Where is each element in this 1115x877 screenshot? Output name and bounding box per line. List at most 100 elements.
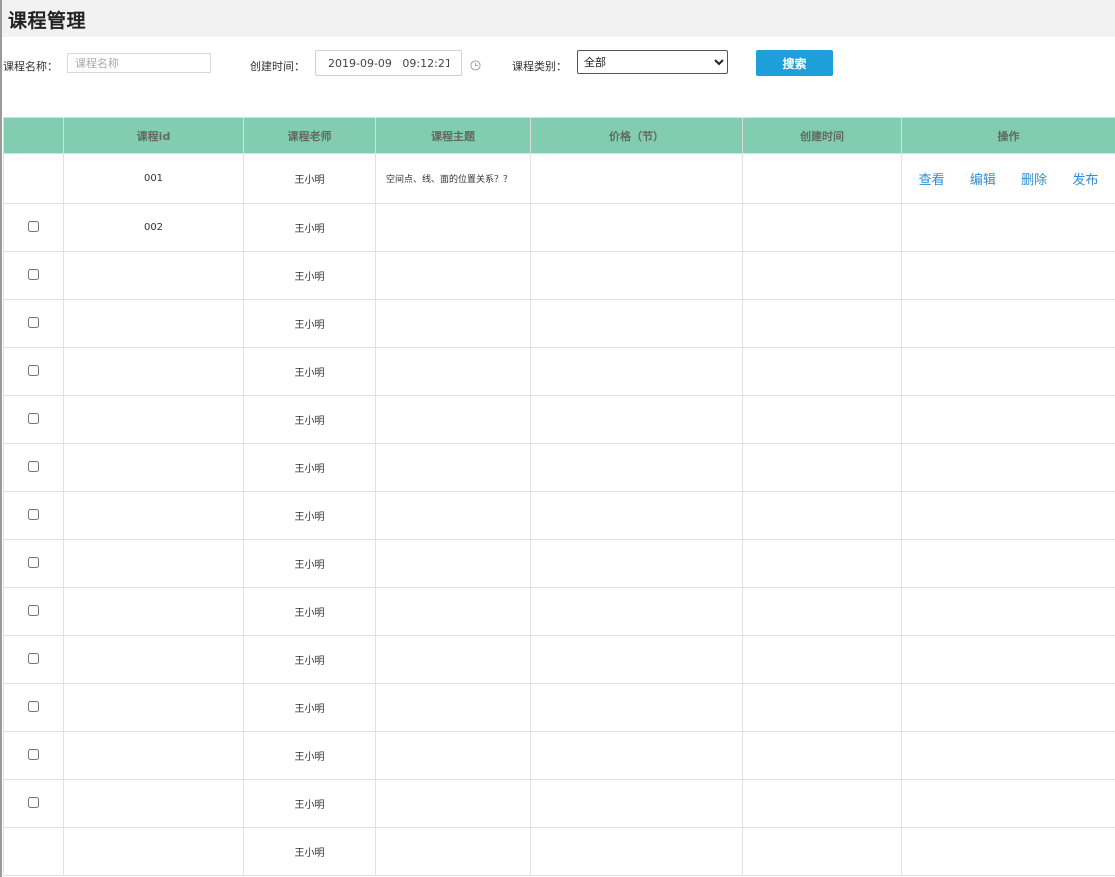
- row-checkbox[interactable]: [28, 316, 39, 328]
- cell-topic: [375, 779, 531, 828]
- table-row: 王小明: [3, 779, 1115, 828]
- header-course-id: 课程id: [63, 117, 244, 154]
- row-checkbox[interactable]: [28, 364, 39, 376]
- row-checkbox[interactable]: [28, 412, 39, 424]
- row-checkbox[interactable]: [28, 652, 39, 664]
- cell-course-id: [63, 347, 244, 396]
- row-checkbox[interactable]: [28, 508, 39, 520]
- publish-link[interactable]: 发布: [1072, 169, 1098, 188]
- row-actions: 查看 编辑 删除 发布: [903, 169, 1115, 188]
- cell-teacher: 王小明: [243, 347, 376, 396]
- course-type-select[interactable]: 全部: [577, 50, 728, 74]
- row-select-cell: [3, 491, 64, 540]
- cell-created-time: [742, 251, 902, 300]
- table-row: 王小明: [3, 443, 1115, 492]
- row-select-cell: [3, 779, 64, 828]
- table-row: 王小明: [3, 299, 1115, 348]
- cell-created-time: [742, 443, 902, 492]
- cell-created-time: [742, 779, 902, 828]
- cell-price: [530, 491, 743, 540]
- cell-course-id: [63, 491, 244, 540]
- cell-created-time: [742, 299, 902, 348]
- cell-topic: [375, 827, 531, 876]
- cell-topic: [375, 443, 531, 492]
- course-type-label: 课程类别：: [512, 60, 567, 73]
- row-checkbox[interactable]: [28, 748, 39, 760]
- row-select-cell: [3, 827, 64, 876]
- cell-teacher: 王小明: [243, 153, 376, 204]
- cell-teacher: 王小明: [243, 491, 376, 540]
- cell-course-id: [63, 251, 244, 300]
- row-checkbox[interactable]: [28, 460, 39, 472]
- row-checkbox[interactable]: [28, 556, 39, 568]
- cell-price: [530, 347, 743, 396]
- cell-course-id: [63, 635, 244, 684]
- cell-actions: [901, 347, 1115, 396]
- view-link[interactable]: 查看: [919, 169, 945, 188]
- cell-actions: [901, 251, 1115, 300]
- cell-topic: [375, 299, 531, 348]
- cell-price: [530, 779, 743, 828]
- row-select-cell: [3, 251, 64, 300]
- row-select-cell: [3, 731, 64, 780]
- cell-teacher: 王小明: [243, 587, 376, 636]
- cell-actions: [901, 395, 1115, 444]
- cell-price: [530, 153, 743, 204]
- clock-icon[interactable]: [470, 60, 481, 71]
- cell-topic: [375, 203, 531, 252]
- cell-actions: [901, 491, 1115, 540]
- course-name-input[interactable]: [67, 53, 211, 73]
- course-management-page: 课程管理 课程名称： 创建时间： 课程类别： 全部 搜索 课程id 课程老师 课…: [0, 0, 1115, 877]
- header-teacher: 课程老师: [243, 117, 376, 154]
- header-topic: 课程主题: [375, 117, 531, 154]
- cell-created-time: [742, 153, 902, 204]
- edit-link[interactable]: 编辑: [970, 169, 996, 188]
- row-checkbox[interactable]: [28, 604, 39, 616]
- page-title: 课程管理: [8, 10, 87, 32]
- cell-teacher: 王小明: [243, 539, 376, 588]
- table-row: 王小明: [3, 539, 1115, 588]
- cell-created-time: [742, 635, 902, 684]
- row-select-cell: [3, 203, 64, 252]
- search-button[interactable]: 搜索: [756, 50, 833, 76]
- cell-price: [530, 635, 743, 684]
- page-header: 课程管理: [2, 0, 1115, 37]
- row-select-cell: [3, 587, 64, 636]
- cell-topic: [375, 731, 531, 780]
- cell-teacher: 王小明: [243, 395, 376, 444]
- cell-teacher: 王小明: [243, 251, 376, 300]
- cell-course-id: [63, 779, 244, 828]
- table-row: 002 王小明: [3, 203, 1115, 252]
- cell-price: [530, 539, 743, 588]
- cell-created-time: [742, 395, 902, 444]
- delete-link[interactable]: 删除: [1021, 169, 1047, 188]
- cell-course-id: [63, 683, 244, 732]
- cell-course-id: 001: [63, 153, 244, 204]
- cell-created-time: [742, 539, 902, 588]
- table-row: 王小明: [3, 827, 1115, 876]
- cell-course-id: [63, 587, 244, 636]
- table-row: 王小明: [3, 635, 1115, 684]
- cell-price: [530, 251, 743, 300]
- row-checkbox[interactable]: [28, 796, 39, 808]
- table-row: 王小明: [3, 731, 1115, 780]
- table-row: 001 王小明 空间点、线、面的位置关系？？ 查看 编辑 删除 发布: [3, 153, 1115, 204]
- table-row: 王小明: [3, 491, 1115, 540]
- row-checkbox[interactable]: [28, 220, 39, 232]
- cell-actions: [901, 539, 1115, 588]
- cell-created-time: [742, 347, 902, 396]
- header-select: [3, 117, 64, 154]
- cell-teacher: 王小明: [243, 443, 376, 492]
- cell-created-time: [742, 203, 902, 252]
- created-time-label: 创建时间：: [250, 60, 305, 73]
- cell-actions: [901, 683, 1115, 732]
- cell-actions: [901, 779, 1115, 828]
- created-time-input[interactable]: [315, 50, 462, 76]
- table-body: 001 王小明 空间点、线、面的位置关系？？ 查看 编辑 删除 发布 002 王小明 王小明 王小明…: [3, 153, 1115, 876]
- row-checkbox[interactable]: [28, 700, 39, 712]
- row-checkbox[interactable]: [28, 268, 39, 280]
- cell-course-id: [63, 539, 244, 588]
- cell-course-id: [63, 443, 244, 492]
- table-row: 王小明: [3, 251, 1115, 300]
- cell-course-id: [63, 827, 244, 876]
